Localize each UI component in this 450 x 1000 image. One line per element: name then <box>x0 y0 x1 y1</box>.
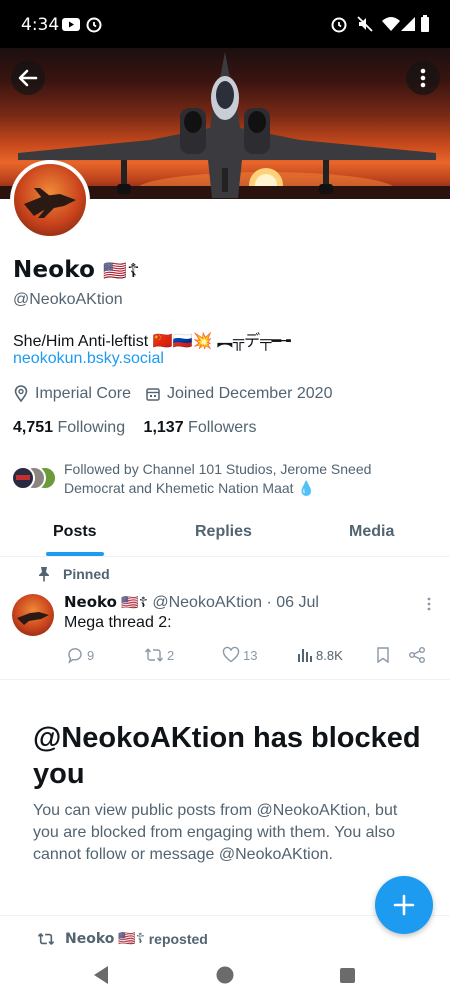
profile-handle: @NeokoAKtion <box>13 291 123 308</box>
location-pin-icon <box>14 385 28 403</box>
bookmark-icon <box>377 647 389 664</box>
reposter-name[interactable]: Neoko <box>65 931 114 947</box>
following-link[interactable]: 4,751 Following <box>13 419 125 436</box>
tweet-more-icon[interactable] <box>424 596 434 612</box>
profile-bio: She/Him Anti-leftist 🇨🇳🇷🇺💥 ︻╦デ╤━╼ <box>13 333 291 350</box>
profile-name: Neoko 🇺🇸☦ <box>13 257 140 283</box>
signal-icon <box>401 17 415 31</box>
followers-link[interactable]: 1,137 Followers <box>144 419 257 436</box>
reposted-label: reposted <box>148 930 208 947</box>
pinned-label: Pinned <box>63 566 110 582</box>
alarm-notification-icon <box>86 17 102 33</box>
followers-count: 1,137 <box>143 419 184 436</box>
repost-icon <box>144 648 164 662</box>
avatar-jet-image <box>24 188 76 218</box>
tweet-author-flair: 🇺🇸☦ <box>121 594 148 610</box>
tweet-date: · 06 Jul <box>266 594 319 611</box>
following-count: 4,751 <box>13 419 54 436</box>
profile-follow-stats: 4,751 Following 1,137 Followers <box>13 419 257 437</box>
status-time: 4:34 <box>21 15 60 35</box>
youtube-notification-icon <box>62 18 80 31</box>
reply-button[interactable]: 9 <box>66 646 94 664</box>
compose-button[interactable] <box>375 876 433 934</box>
wifi-icon <box>382 17 400 31</box>
mute-icon <box>357 16 373 32</box>
back-arrow-icon <box>18 69 38 87</box>
tweet-author-avatar[interactable] <box>12 594 54 636</box>
mutual-followers-avatars[interactable] <box>10 465 58 491</box>
blocked-title: @NeokoAKtion has blocked you <box>33 722 421 790</box>
profile-name-flair: 🇺🇸☦ <box>103 260 140 282</box>
repost-button[interactable]: 2 <box>144 646 174 664</box>
tweet-avatar-image <box>17 612 49 625</box>
like-count: 13 <box>243 647 258 663</box>
followers-label: Followers <box>188 419 257 436</box>
views-button[interactable]: 8.8K <box>297 646 343 664</box>
reply-icon <box>68 648 82 664</box>
repost-count: 2 <box>167 647 175 663</box>
tab-media[interactable]: Media <box>349 523 394 541</box>
system-navigation-bar <box>0 952 450 1000</box>
tab-posts[interactable]: Posts <box>53 523 97 541</box>
following-label: Following <box>57 419 126 436</box>
profile-website-link[interactable]: neokokun.bsky.social <box>13 350 164 368</box>
repost-icon <box>37 932 55 945</box>
more-vertical-icon <box>420 68 426 88</box>
tab-replies[interactable]: Replies <box>195 523 252 541</box>
battery-icon <box>421 15 429 32</box>
repost-indicator: Neoko 🇺🇸☦ reposted <box>37 930 208 947</box>
views-icon <box>298 649 312 662</box>
followed-by-text[interactable]: Followed by Channel 101 Studios, Jerome … <box>64 460 434 498</box>
heart-icon <box>222 646 240 663</box>
profile-meta: Imperial Core Joined December 2020 <box>13 385 346 403</box>
nav-back-icon[interactable] <box>94 966 108 984</box>
nav-home-icon[interactable] <box>216 966 234 984</box>
status-bar: 4:34 <box>0 0 450 48</box>
reposter-flair: 🇺🇸☦ <box>118 930 145 946</box>
tweet-author-name[interactable]: Neoko <box>64 593 117 611</box>
pin-icon <box>39 567 49 582</box>
profile-display-name: Neoko <box>13 257 96 283</box>
alarm-icon <box>331 17 347 33</box>
nav-recents-icon[interactable] <box>340 968 355 983</box>
profile-tabs: Posts Replies Media <box>0 512 450 557</box>
tweet-header: Neoko 🇺🇸☦ @NeokoAKtion · 06 Jul <box>64 593 319 612</box>
tweet-divider <box>0 679 450 680</box>
more-options-button[interactable] <box>406 61 440 95</box>
share-icon <box>409 647 425 663</box>
calendar-icon <box>146 388 160 401</box>
plus-icon <box>393 894 415 916</box>
blocked-description: You can view public posts from @NeokoAKt… <box>33 802 398 863</box>
profile-location-text: Imperial Core <box>35 385 132 402</box>
pinned-indicator: Pinned <box>37 566 110 582</box>
tweet-author-handle: @NeokoAKtion <box>152 594 262 611</box>
tweet-text: Mega thread 2: <box>64 614 172 631</box>
profile-location: Imperial Core <box>13 385 131 403</box>
reply-count: 9 <box>87 647 95 663</box>
profile-joined: Joined December 2020 <box>145 385 332 403</box>
profile-avatar[interactable] <box>10 160 90 240</box>
share-button[interactable] <box>408 646 429 664</box>
tweet-actions: 9 2 13 8.8K <box>64 646 436 666</box>
profile-joined-text: Joined December 2020 <box>167 385 333 402</box>
back-button[interactable] <box>11 61 45 95</box>
views-count: 8.8K <box>316 647 343 663</box>
bookmark-button[interactable] <box>375 646 394 664</box>
tab-active-indicator <box>46 552 104 556</box>
like-button[interactable]: 13 <box>222 646 257 664</box>
